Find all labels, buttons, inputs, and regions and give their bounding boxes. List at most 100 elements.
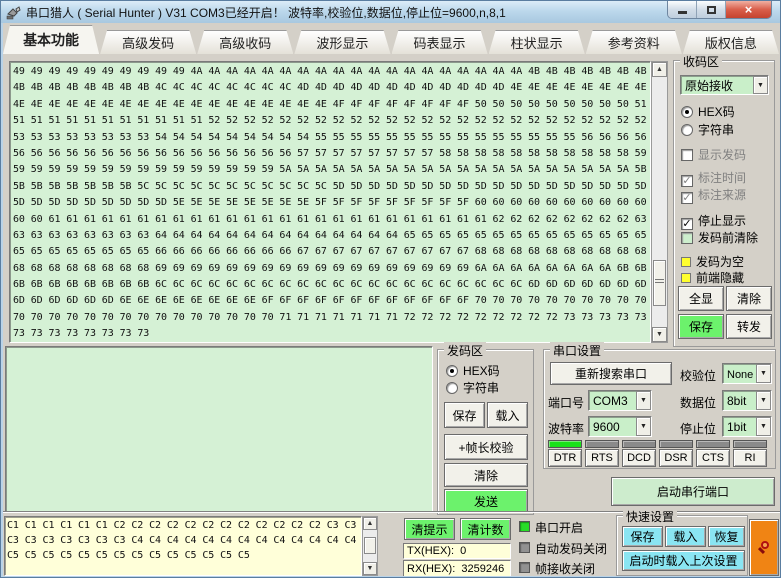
indicator-front-hide: 前端隐藏 bbox=[681, 269, 744, 286]
minimize-icon bbox=[677, 11, 687, 14]
tab-bar-display[interactable]: 柱状显示 bbox=[489, 30, 585, 54]
led-off-icon bbox=[519, 562, 530, 573]
stopbits-select[interactable]: 1bit ▼ bbox=[722, 416, 772, 437]
receive-hex-display[interactable]: 49 49 49 49 49 49 49 49 49 49 4A 4A 4A 4… bbox=[9, 61, 651, 343]
save-receive-button[interactable]: 保存 bbox=[678, 314, 724, 339]
tab-adv-send[interactable]: 高级发码 bbox=[100, 30, 196, 54]
research-ports-button[interactable]: 重新搜索串口 bbox=[550, 362, 672, 385]
hex-line: 6D 6D 6D 6D 6D 6D 6E 6E 6E 6E 6E 6E 6E 6… bbox=[13, 295, 647, 307]
close-icon: × bbox=[744, 2, 753, 17]
send-text-area[interactable] bbox=[5, 346, 433, 512]
scroll-down-icon[interactable]: ▼ bbox=[363, 562, 377, 575]
hex-line: 51 51 51 51 51 51 51 51 51 51 51 52 52 5… bbox=[13, 115, 647, 127]
tab-waveform[interactable]: 波形显示 bbox=[294, 30, 390, 54]
send-radio-string[interactable]: 字符串 bbox=[446, 379, 499, 396]
send-button[interactable]: 发送 bbox=[444, 489, 528, 513]
tab-page-basic: 49 49 49 49 49 49 49 49 49 49 4A 4A 4A 4… bbox=[3, 54, 780, 576]
maximize-icon bbox=[706, 5, 716, 14]
app-icon bbox=[6, 5, 21, 19]
window-title: 串口猎人 ( Serial Hunter ) V31 COM3已经开启！ 波特率… bbox=[26, 5, 506, 20]
databits-select[interactable]: 8bit ▼ bbox=[722, 390, 772, 411]
chevron-down-icon: ▼ bbox=[636, 417, 651, 436]
rts-button[interactable]: RTS bbox=[585, 449, 619, 467]
clear-count-button[interactable]: 清计数 bbox=[460, 518, 511, 540]
clear-receive-button[interactable]: 清除 bbox=[726, 286, 772, 311]
dtr-button[interactable]: DTR bbox=[548, 449, 582, 467]
checkbox-icon: ✓ bbox=[681, 192, 693, 204]
tab-basic[interactable]: 基本功能 bbox=[3, 25, 99, 54]
cts-button[interactable]: CTS bbox=[696, 449, 730, 467]
hex-line: 56 56 56 56 56 56 56 56 56 56 56 56 56 5… bbox=[13, 147, 647, 159]
magnifier-icon bbox=[757, 540, 771, 555]
open-serial-port-button[interactable]: 启动串行端口 bbox=[611, 477, 775, 506]
receive-options-group: 收码区 原始接收 ▼ HEX码 字符串 显示发码 ✓ 标注时间 ✓ 标注来源 ✓ 停止… bbox=[673, 54, 775, 347]
tx-value: 0 bbox=[460, 545, 467, 557]
hex-line: 4E 4E 4E 4E 4E 4E 4E 4E 4E 4E 4E 4E 4E 4… bbox=[13, 98, 647, 110]
chevron-down-icon: ▼ bbox=[753, 76, 768, 94]
title-bar[interactable]: 串口猎人 ( Serial Hunter ) V31 COM3已经开启！ 波特率… bbox=[1, 1, 780, 23]
receive-mode-select[interactable]: 原始接收 ▼ bbox=[680, 75, 769, 95]
quick-save-button[interactable]: 保存 bbox=[622, 526, 663, 547]
hex-line: 63 63 63 63 63 63 63 63 64 64 64 64 64 6… bbox=[13, 229, 647, 241]
baud-select[interactable]: 9600 ▼ bbox=[588, 416, 652, 437]
scrollbar-thumb[interactable] bbox=[364, 537, 376, 554]
hex-line: 59 59 59 59 59 59 59 59 59 59 59 59 59 5… bbox=[13, 164, 647, 176]
send-save-button[interactable]: 保存 bbox=[444, 402, 485, 428]
send-group: 发码区 HEX码 字符串 保存 载入 +帧长校验 清除 发送 bbox=[437, 342, 534, 515]
quick-settings-title: 快速设置 bbox=[623, 508, 678, 525]
hex-line: 49 49 49 49 49 49 49 49 49 49 4A 4A 4A 4… bbox=[13, 66, 647, 77]
radio-icon bbox=[681, 124, 693, 136]
send-radio-hex[interactable]: HEX码 bbox=[446, 362, 500, 379]
radio-icon bbox=[446, 382, 458, 394]
tab-copyright[interactable]: 版权信息 bbox=[683, 30, 779, 54]
ri-button[interactable]: RI bbox=[733, 449, 767, 467]
dsr-led bbox=[659, 440, 693, 448]
checkbox-stop-display[interactable]: ✓ 停止显示 bbox=[681, 212, 746, 230]
scroll-up-icon[interactable]: ▲ bbox=[363, 517, 377, 530]
minimize-button[interactable] bbox=[668, 1, 697, 18]
tab-reference[interactable]: 参考资料 bbox=[586, 30, 682, 54]
send-group-title: 发码区 bbox=[444, 342, 487, 359]
status-auto-send-off: 自动发码关闭 bbox=[519, 540, 607, 557]
receive-radio-string[interactable]: 字符串 bbox=[681, 121, 734, 138]
port-select[interactable]: COM3 ▼ bbox=[588, 390, 652, 411]
hex-line: 73 73 73 73 73 73 73 73 bbox=[13, 328, 150, 340]
show-all-button[interactable]: 全显 bbox=[678, 286, 724, 311]
clear-prompt-button[interactable]: 清提示 bbox=[404, 518, 455, 540]
magnifier-button[interactable] bbox=[749, 519, 779, 576]
quick-restore-button[interactable]: 恢复 bbox=[708, 526, 745, 547]
send-clear-button[interactable]: 清除 bbox=[444, 463, 528, 487]
chevron-down-icon: ▼ bbox=[756, 364, 771, 383]
parity-select[interactable]: None 无 ▼ bbox=[722, 363, 772, 384]
yellow-indicator-icon bbox=[681, 257, 691, 267]
receive-scrollbar[interactable]: ▲ ▼ bbox=[651, 61, 668, 343]
send-hex-log[interactable]: C1 C1 C1 C1 C1 C1 C2 C2 C2 C2 C2 C2 C2 C… bbox=[4, 516, 362, 576]
checkbox-clear-before-send[interactable]: 发码前清除 bbox=[681, 229, 758, 246]
led-on-icon bbox=[519, 521, 530, 532]
hex-line: 65 65 65 65 65 65 65 65 66 66 66 66 66 6… bbox=[13, 246, 647, 258]
rx-counter: RX(HEX): 3259246 bbox=[403, 560, 511, 576]
scroll-up-icon[interactable]: ▲ bbox=[652, 62, 667, 77]
close-button[interactable]: × bbox=[726, 1, 771, 18]
tab-adv-receive[interactable]: 高级收码 bbox=[197, 30, 293, 54]
checkbox-icon bbox=[681, 232, 693, 244]
parity-label: 校验位 bbox=[680, 369, 717, 383]
hex-line: 53 53 53 53 53 53 53 53 54 54 54 54 54 5… bbox=[13, 131, 647, 143]
maximize-button[interactable] bbox=[697, 1, 726, 18]
forward-button[interactable]: 转发 bbox=[726, 314, 772, 339]
send-load-button[interactable]: 载入 bbox=[487, 402, 528, 428]
tab-code-table[interactable]: 码表显示 bbox=[392, 30, 488, 54]
scrollbar-thumb[interactable] bbox=[653, 260, 666, 306]
receive-radio-hex[interactable]: HEX码 bbox=[681, 103, 735, 120]
dcd-button[interactable]: DCD bbox=[622, 449, 656, 467]
frame-check-button[interactable]: +帧长校验 bbox=[444, 434, 528, 460]
log-scrollbar[interactable]: ▲ ▼ bbox=[362, 516, 378, 576]
hex-line: 5D 5D 5D 5D 5D 5D 5D 5D 5D 5E 5E 5E 5E 5… bbox=[13, 197, 647, 209]
load-last-settings-button[interactable]: 启动时载入上次设置 bbox=[622, 550, 745, 571]
radio-icon bbox=[446, 365, 458, 377]
quick-load-button[interactable]: 载入 bbox=[665, 526, 706, 547]
chevron-down-icon: ▼ bbox=[756, 391, 771, 410]
checkbox-mark-time: ✓ 标注时间 bbox=[681, 171, 747, 187]
dsr-button[interactable]: DSR bbox=[659, 449, 693, 467]
scroll-down-icon[interactable]: ▼ bbox=[652, 327, 667, 342]
